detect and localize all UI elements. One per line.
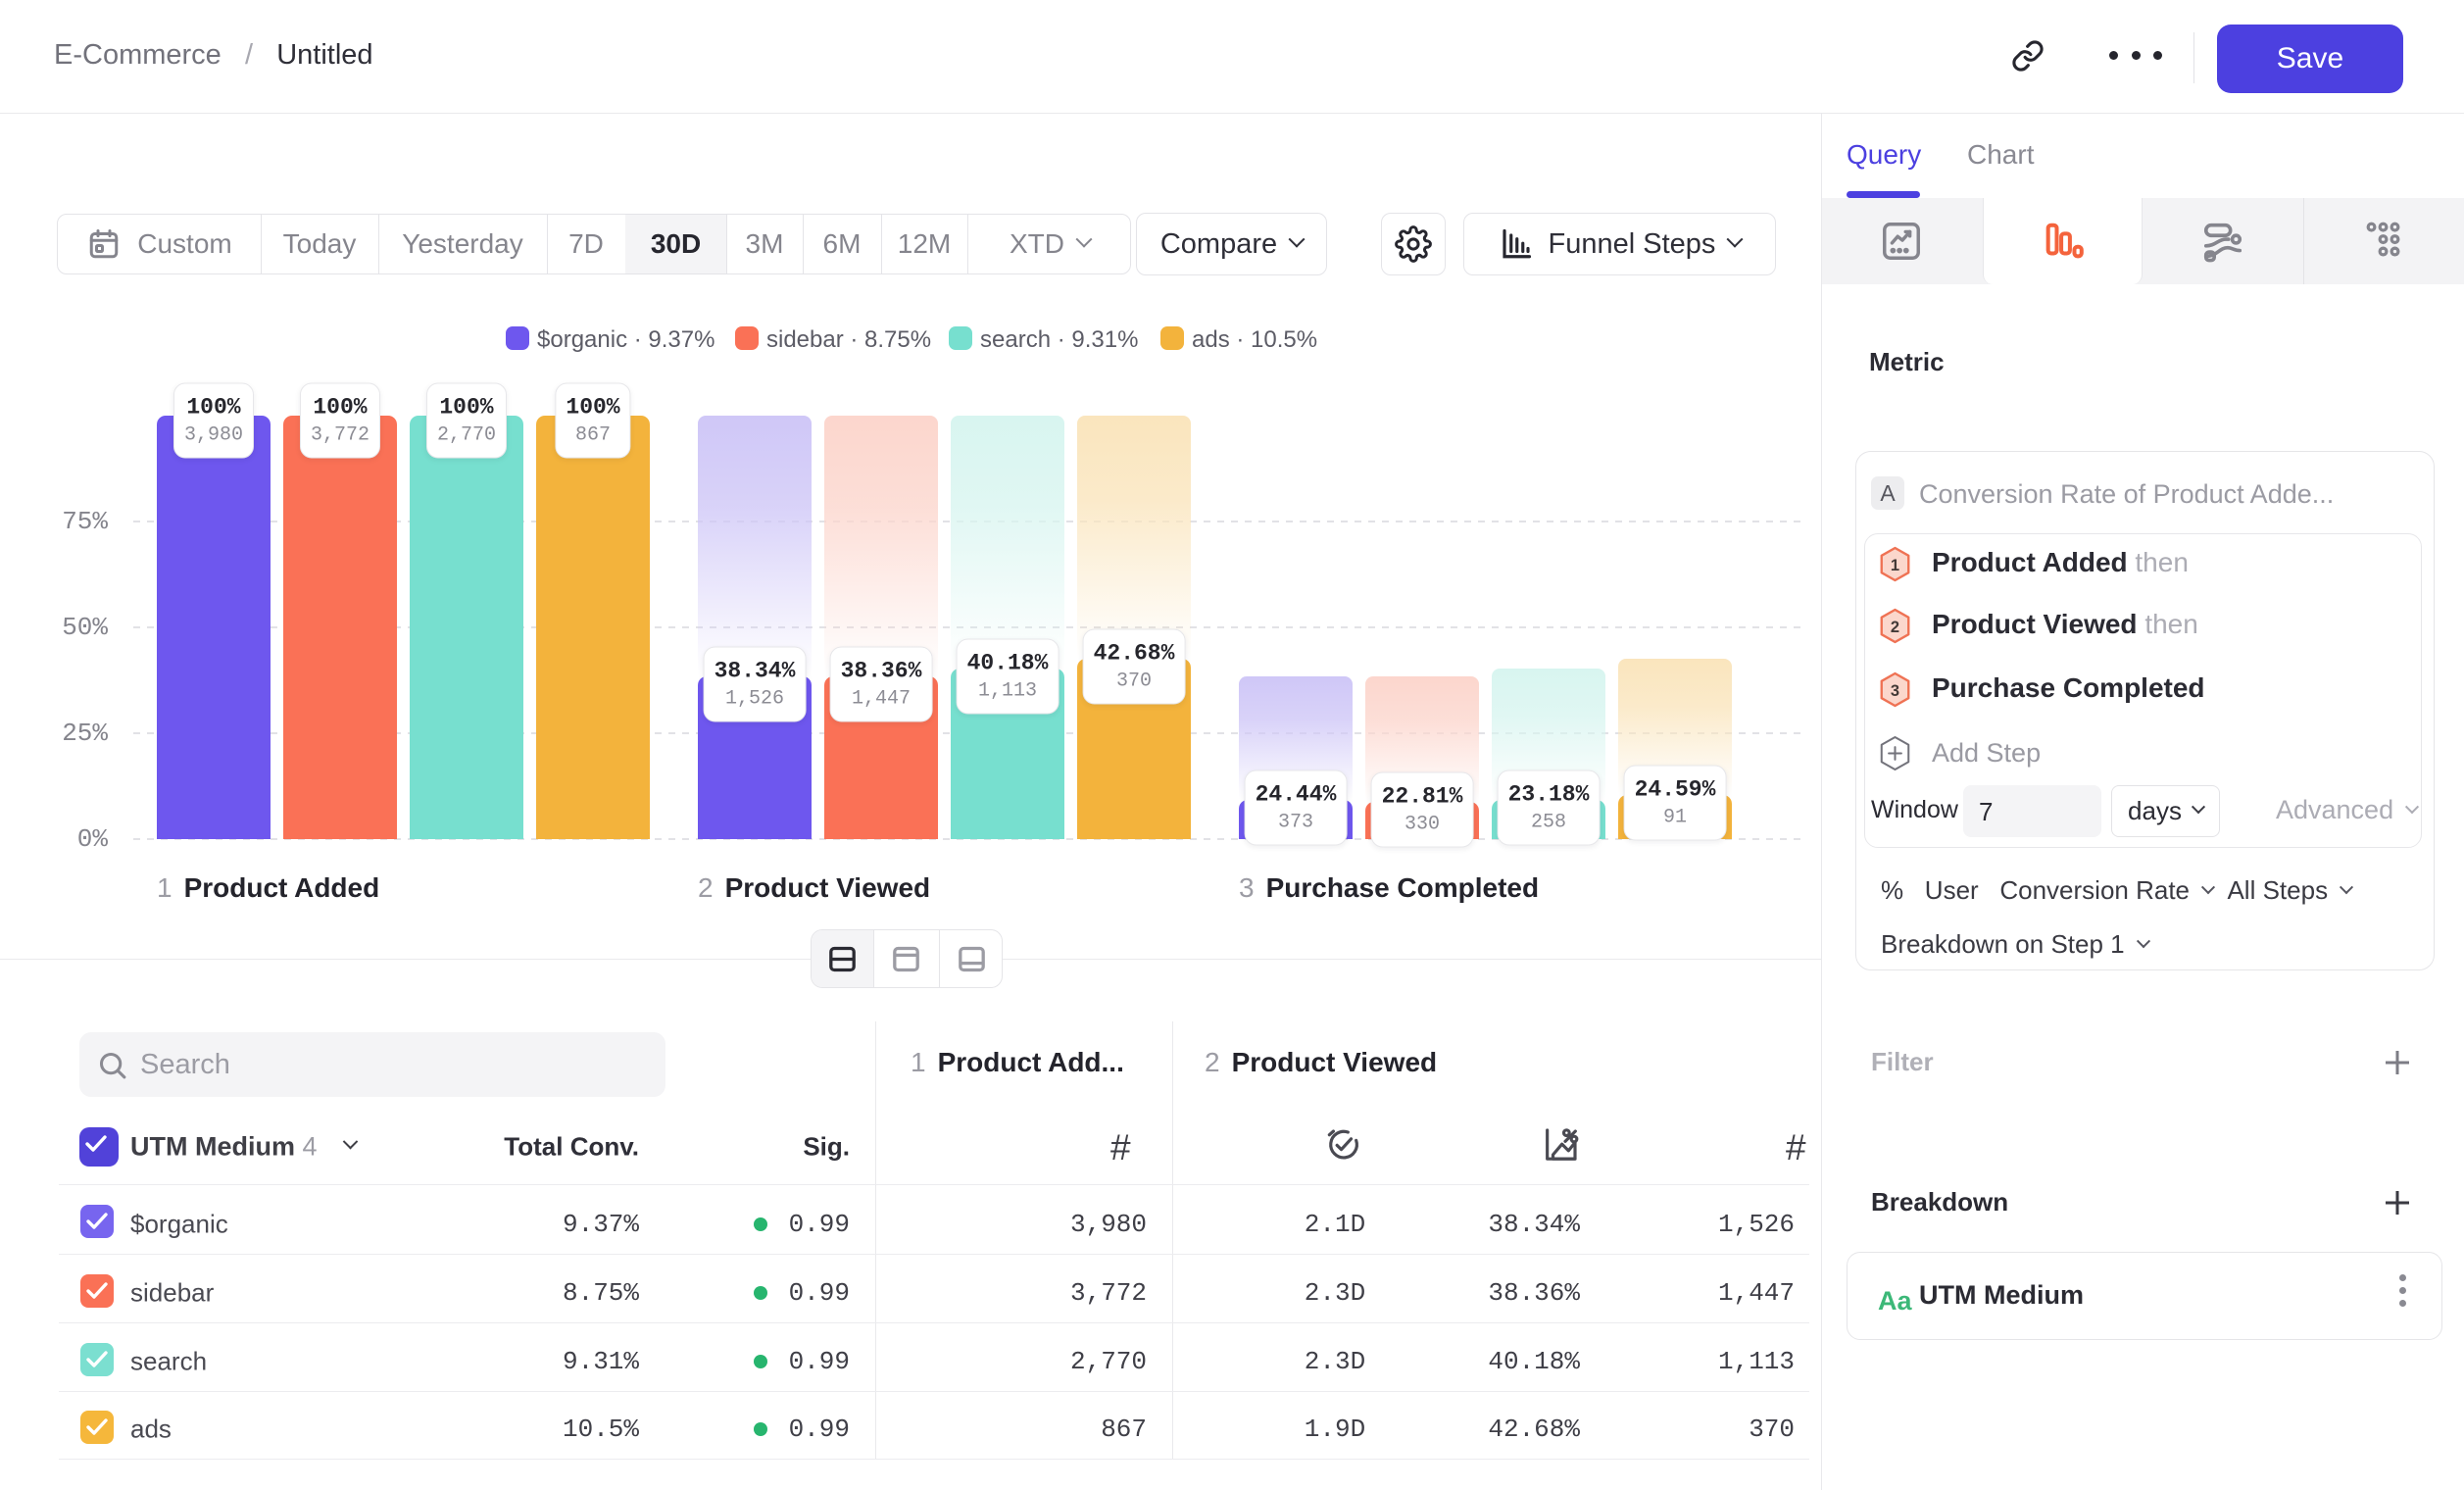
svg-text:3: 3: [1891, 682, 1899, 700]
svg-text:2: 2: [1891, 619, 1899, 636]
svg-text:1: 1: [1891, 557, 1899, 574]
